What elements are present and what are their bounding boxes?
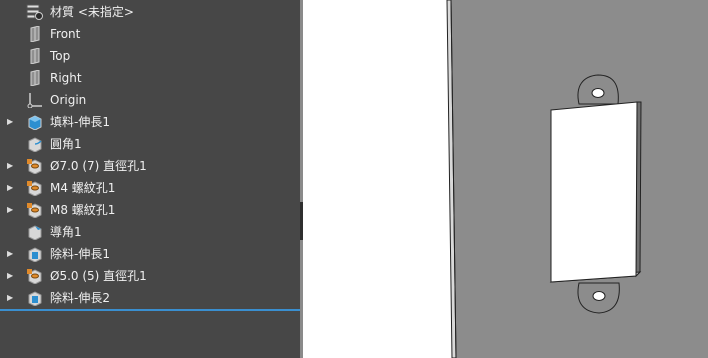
tree-item[interactable]: Right <box>0 67 300 89</box>
tree-item[interactable]: ▶ M8 螺紋孔1 <box>0 199 300 221</box>
tree-item[interactable]: ▶ M4 螺紋孔1 <box>0 177 300 199</box>
cut-extrude-icon <box>26 246 44 263</box>
expand-arrow-icon[interactable]: ▶ <box>7 287 15 309</box>
material-icon <box>26 4 44 20</box>
hole-wizard-icon <box>26 158 44 175</box>
chamfer-icon <box>26 224 44 241</box>
expand-arrow-icon[interactable]: ▶ <box>7 243 15 265</box>
tree-item-label: M4 螺紋孔1 <box>50 181 116 195</box>
hole-wizard-icon <box>26 202 44 219</box>
tree-item-label: Top <box>50 49 71 63</box>
fillet-icon <box>26 136 44 153</box>
expand-arrow-icon[interactable]: ▶ <box>7 199 15 221</box>
tree-item[interactable]: ▶ Ø7.0 (7) 直徑孔1 <box>0 155 300 177</box>
origin-icon <box>26 92 44 109</box>
rollback-bar[interactable] <box>0 309 300 311</box>
tree-item[interactable]: ▶ 除料-伸長1 <box>0 243 300 265</box>
tree-item-label: Front <box>50 27 81 41</box>
tree-item-label: 填料-伸長1 <box>50 115 110 129</box>
tree-item[interactable]: Top <box>0 45 300 67</box>
rectangular-cutout <box>550 101 638 283</box>
cut-extrude-icon <box>26 290 44 307</box>
tree-item[interactable]: ▶ Ø5.0 (5) 直徑孔1 <box>0 265 300 287</box>
tree-item[interactable]: 圓角1 <box>0 133 300 155</box>
tree-item-label: 導角1 <box>50 225 82 239</box>
tree-item-label: 材質 <未指定> <box>50 5 134 19</box>
feature-manager-tree: 材質 <未指定> Front Top Right Origin ▶ 填料-伸長1 圓角1 ▶ Ø7… <box>0 0 300 358</box>
tree-item-label: M8 螺紋孔1 <box>50 203 116 217</box>
tree-item-label: 除料-伸長1 <box>50 247 110 261</box>
tree-item-label: 除料-伸長2 <box>50 291 110 305</box>
tree-item[interactable]: 導角1 <box>0 221 300 243</box>
expand-arrow-icon[interactable]: ▶ <box>7 155 15 177</box>
tree-item[interactable]: Front <box>0 23 300 45</box>
tree-item-label: Ø5.0 (5) 直徑孔1 <box>50 269 147 283</box>
part-model[interactable] <box>303 0 708 358</box>
tree-item[interactable]: 材質 <未指定> <box>0 1 300 23</box>
expand-arrow-icon[interactable]: ▶ <box>7 111 15 133</box>
tree-item-label: 圓角1 <box>50 137 82 151</box>
hole-wizard-icon <box>26 268 44 285</box>
tree-item-label: Origin <box>50 93 87 107</box>
graphics-viewport[interactable] <box>303 0 708 358</box>
tree-item[interactable]: ▶ 填料-伸長1 <box>0 111 300 133</box>
boss-extrude-icon <box>26 114 44 131</box>
expand-arrow-icon[interactable]: ▶ <box>7 265 15 287</box>
tree-item[interactable]: ▶ 除料-伸長2 <box>0 287 300 309</box>
tree-item[interactable]: Origin <box>0 89 300 111</box>
plane-icon <box>26 47 44 65</box>
tree-item-label: Ø7.0 (7) 直徑孔1 <box>50 159 147 173</box>
tree-item-label: Right <box>50 71 82 85</box>
expand-arrow-icon[interactable]: ▶ <box>7 177 15 199</box>
plane-icon <box>26 69 44 87</box>
plane-icon <box>26 25 44 43</box>
hole-wizard-icon <box>26 180 44 197</box>
